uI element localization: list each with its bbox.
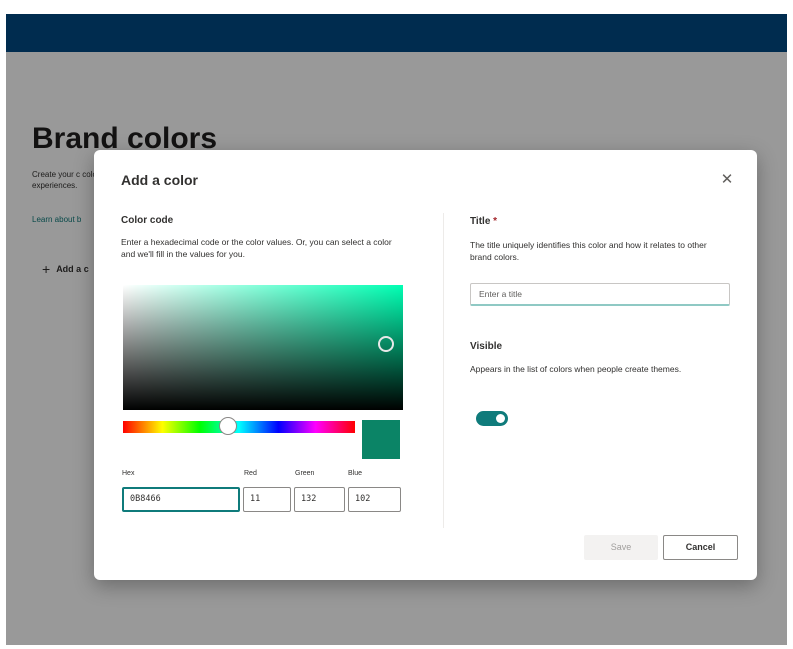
blue-input[interactable]: 102 (348, 487, 401, 512)
required-asterisk: * (493, 216, 498, 227)
cancel-button[interactable]: Cancel (663, 535, 738, 560)
title-label-text: Title (470, 216, 491, 227)
green-label: Green (295, 470, 315, 477)
red-label: Red (244, 470, 257, 477)
saturation-value-picker[interactable] (123, 285, 403, 410)
visible-label: Visible (470, 341, 503, 352)
color-code-description: Enter a hexadecimal code or the color va… (121, 237, 392, 259)
red-input[interactable]: 11 (243, 487, 291, 512)
hex-input[interactable]: 0B8466 (122, 487, 240, 512)
visible-description: Appears in the list of colors when peopl… (470, 364, 682, 374)
dialog-title: Add a color (121, 172, 199, 188)
title-input[interactable]: Enter a title (470, 283, 730, 306)
hue-slider-thumb[interactable] (219, 417, 237, 435)
close-icon[interactable]: ✕ (719, 172, 735, 188)
save-button[interactable]: Save (584, 535, 658, 560)
color-preview-swatch (362, 420, 400, 459)
title-label: Title * (470, 216, 497, 227)
visible-toggle[interactable] (476, 411, 508, 426)
color-code-label: Color code (121, 215, 174, 226)
green-input[interactable]: 132 (294, 487, 345, 512)
picker-thumb[interactable] (378, 336, 394, 352)
toggle-knob (496, 414, 505, 423)
hex-label: Hex (122, 470, 135, 477)
hue-slider[interactable] (123, 417, 355, 435)
title-description: The title uniquely identifies this color… (470, 240, 707, 262)
blue-label: Blue (348, 470, 363, 477)
column-divider (443, 213, 444, 528)
add-color-dialog: Add a color ✕ Color code Enter a hexadec… (94, 150, 757, 580)
